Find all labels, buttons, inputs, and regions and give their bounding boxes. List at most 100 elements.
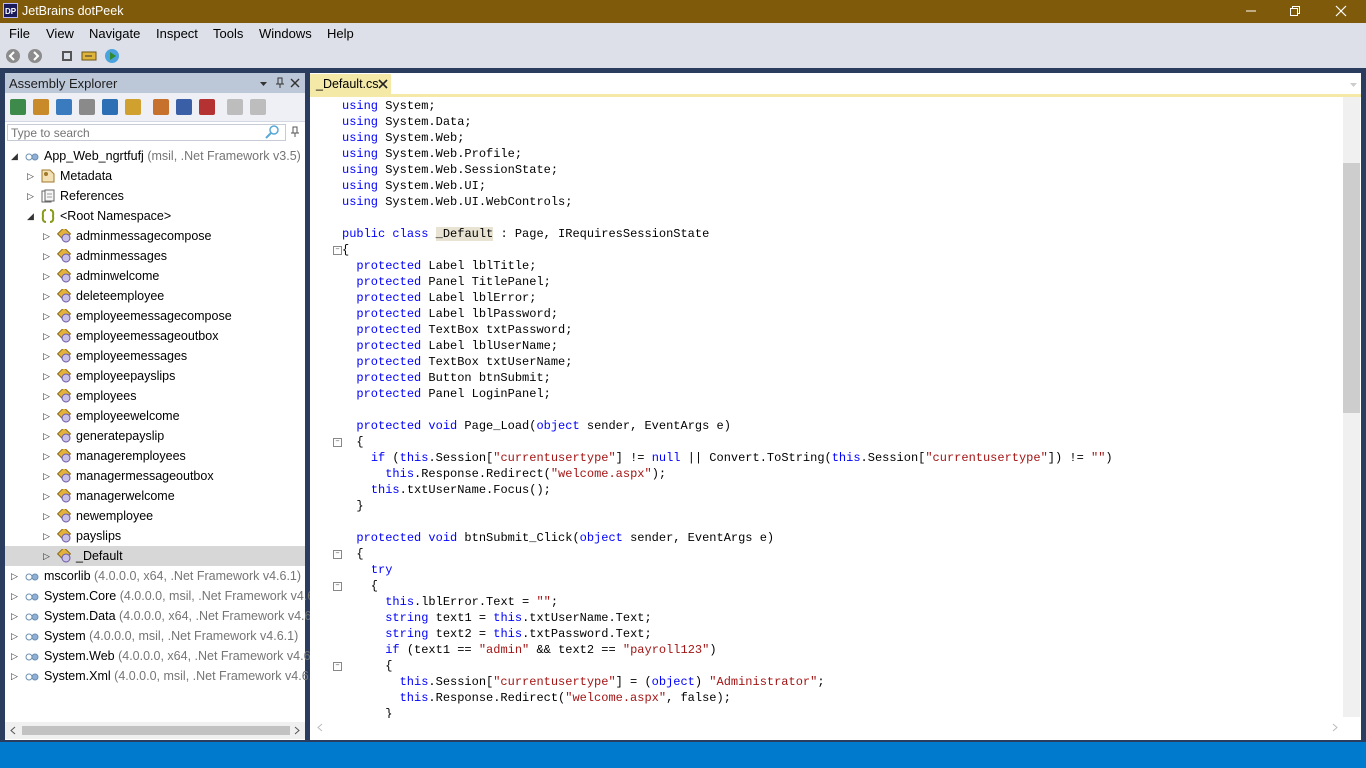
search-icon[interactable] [264,125,280,139]
collapse-all-icon[interactable] [227,99,243,115]
expand-arrow-icon[interactable]: ▷ [43,486,53,506]
forward-icon[interactable] [27,48,43,64]
tree-item[interactable]: ▷ System (4.0.0.0, msil, .Net Framework v… [5,626,305,646]
expand-arrow-icon[interactable]: ▷ [11,626,21,646]
scroll-right-icon[interactable] [1331,723,1339,732]
tree-item[interactable]: ▷ manageremployees [5,446,305,466]
open-nuget-icon[interactable] [56,99,72,115]
fold-toggle-icon[interactable]: – [333,438,342,447]
close-button[interactable] [1318,0,1364,23]
expand-arrow-icon[interactable]: ▷ [43,406,53,426]
tree-item[interactable]: ▷ adminmessagecompose [5,226,305,246]
tree-item[interactable]: ▷ Metadata [5,166,305,186]
tree-item[interactable]: ▷ employeemessageoutbox [5,326,305,346]
tree-item[interactable]: ▷ System.Web (4.0.0.0, x64, .Net Framewor… [5,646,325,666]
expand-arrow-icon[interactable]: ▷ [43,266,53,286]
expand-arrow-icon[interactable]: ▷ [43,286,53,306]
tree-item[interactable]: ▷ employeemessagecompose [5,306,305,326]
fold-toggle-icon[interactable]: – [333,662,342,671]
open-assembly-icon[interactable] [10,99,26,115]
restore-button[interactable] [1272,0,1318,23]
scrollbar-thumb[interactable] [22,726,290,735]
menu-inspect[interactable]: Inspect [156,26,198,41]
editor-horizontal-scrollbar[interactable] [312,718,1343,735]
expand-arrow-icon[interactable]: ▷ [43,346,53,366]
tree-item[interactable]: ▷ adminmessages [5,246,305,266]
tree-item[interactable]: ▷ employeewelcome [5,406,305,426]
fold-toggle-icon[interactable]: – [333,550,342,559]
expand-arrow-icon[interactable]: ▷ [43,226,53,246]
tree-item[interactable]: ▷ managermessageoutbox [5,466,305,486]
collapse-arrow-icon[interactable]: ◢ [27,206,37,226]
collapse-arrow-icon[interactable]: ◢ [11,146,21,166]
tree-item[interactable]: ◢ App_Web_ngrtfufj (msil, .Net Framework … [5,146,305,166]
menu-file[interactable]: File [9,26,30,41]
tree-item[interactable]: ▷ deleteemployee [5,286,305,306]
expand-arrow-icon[interactable]: ▷ [43,526,53,546]
back-icon[interactable] [5,48,21,64]
tree-item[interactable]: ◢ <Root Namespace> [5,206,305,226]
dropdown-icon[interactable] [259,79,268,88]
explore-process-icon[interactable] [125,99,141,115]
settings-icon[interactable] [59,48,75,64]
scroll-left-icon[interactable] [316,723,324,732]
menu-tools[interactable]: Tools [213,26,243,41]
run-icon[interactable] [104,48,120,64]
expand-arrow-icon[interactable]: ▷ [11,566,21,586]
scroll-right-icon[interactable] [293,726,301,735]
tree-item[interactable]: ▷ employeepayslips [5,366,305,386]
remove-assembly-icon[interactable] [199,99,215,115]
menu-navigate[interactable]: Navigate [89,26,140,41]
explorer-horizontal-scrollbar[interactable] [5,722,305,739]
expand-arrow-icon[interactable]: ▷ [43,446,53,466]
fold-toggle-icon[interactable]: – [333,582,342,591]
expand-arrow-icon[interactable]: ▷ [43,326,53,346]
pin-search-icon[interactable] [290,126,300,138]
menu-windows[interactable]: Windows [259,26,312,41]
search-input[interactable] [7,124,286,141]
expand-arrow-icon[interactable]: ▷ [43,386,53,406]
tree-item[interactable]: ▷ mscorlib (4.0.0.0, x64, .Net Framework … [5,566,305,586]
minimize-button[interactable] [1228,0,1274,23]
tree-item[interactable]: ▷ References [5,186,305,206]
pin-icon[interactable] [275,77,285,89]
close-tab-icon[interactable] [378,79,388,89]
tree-item[interactable]: ▷ payslips [5,526,305,546]
expand-arrow-icon[interactable]: ▷ [27,186,37,206]
expand-arrow-icon[interactable]: ▷ [11,666,21,686]
expand-arrow-icon[interactable]: ▷ [43,306,53,326]
close-panel-icon[interactable] [290,78,300,88]
menu-help[interactable]: Help [327,26,354,41]
expand-arrow-icon[interactable]: ▷ [43,366,53,386]
tree-item[interactable]: ▷ System.Data (4.0.0.0, x64, .Net Framewo… [5,606,326,626]
tree-item[interactable]: ▷ employees [5,386,305,406]
expand-arrow-icon[interactable]: ▷ [43,426,53,446]
tab-default-cs[interactable]: _Default.cs [310,74,391,94]
tab-overflow-icon[interactable] [1349,82,1358,88]
assembly-list-icon[interactable] [102,99,118,115]
track-current-icon[interactable] [250,99,266,115]
code-view[interactable]: using System; using System.Data; using Sys… [310,98,1343,718]
tree-item[interactable]: ▷ newemployee [5,506,305,526]
tree-item[interactable]: ▷ adminwelcome [5,266,305,286]
tree-item[interactable]: ▷ System.Xml (4.0.0.0, msil, .Net Framewo… [5,666,323,686]
scrollbar-thumb[interactable] [1343,163,1360,413]
fold-toggle-icon[interactable]: – [333,246,342,255]
save-icon[interactable] [176,99,192,115]
tree-item[interactable]: ▷ System.Core (4.0.0.0, msil, .Net Framew… [5,586,329,606]
open-gac-icon[interactable] [79,99,95,115]
tag-icon[interactable] [81,48,97,64]
expand-arrow-icon[interactable]: ▷ [43,246,53,266]
expand-arrow-icon[interactable]: ▷ [43,466,53,486]
expand-arrow-icon[interactable]: ▷ [43,546,53,566]
export-project-icon[interactable] [153,99,169,115]
expand-arrow-icon[interactable]: ▷ [11,646,21,666]
editor-vertical-scrollbar[interactable] [1343,97,1360,717]
expand-arrow-icon[interactable]: ▷ [11,606,21,626]
tree-item[interactable]: ▷ _Default [5,546,305,566]
expand-arrow-icon[interactable]: ▷ [27,166,37,186]
scroll-left-icon[interactable] [9,726,17,735]
menu-view[interactable]: View [46,26,74,41]
expand-arrow-icon[interactable]: ▷ [11,586,21,606]
tree-item[interactable]: ▷ generatepayslip [5,426,305,446]
